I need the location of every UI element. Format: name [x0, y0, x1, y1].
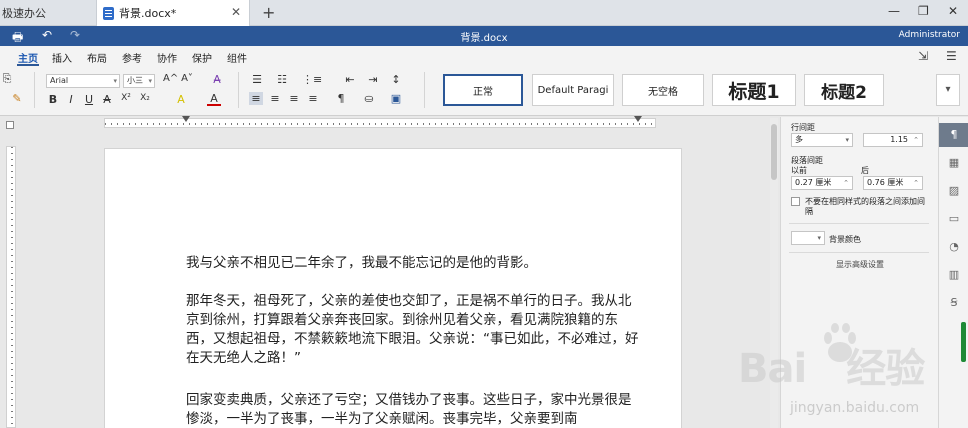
font-size-select[interactable]: 小三 ▾ — [123, 74, 155, 88]
style-heading-2[interactable]: 标题2 — [804, 74, 884, 106]
minimize-icon[interactable]: — — [888, 4, 900, 18]
menu-plugins[interactable]: 组件 — [227, 50, 247, 65]
strikethrough-button[interactable]: A — [100, 93, 114, 106]
document-icon — [103, 6, 114, 20]
table-settings-icon[interactable]: ▦ — [939, 151, 968, 175]
spacing-after-label: 后 — [861, 166, 869, 175]
highlight-color-icon[interactable]: A — [174, 93, 188, 106]
separator — [34, 72, 35, 108]
menu-protect[interactable]: 保护 — [192, 50, 212, 65]
superscript-button[interactable]: X² — [119, 93, 133, 103]
tab-label: 极速办公 — [2, 7, 46, 20]
paragraph-2[interactable]: 那年冬天，祖母死了，父亲的差使也交卸了，正是祸不单行的日子。我从北京到徐州，打算… — [186, 292, 642, 368]
align-justify-icon[interactable]: ≡ — [306, 92, 320, 105]
title-bar: 🖶 ↶ ↷ 背景.docx Administrator — [0, 26, 968, 46]
shading-icon[interactable]: ⛀ — [362, 92, 376, 105]
paragraph-settings-icon[interactable]: ¶ — [939, 123, 968, 147]
line-spacing-value-input[interactable]: 1.15 ⌃ — [863, 133, 923, 147]
underline-button[interactable]: U — [82, 93, 96, 106]
toolbar: ⎘ ✎ Arial ▾ 小三 ▾ A^ A˅ A̶ B I U A X² X₂ A … — [0, 66, 968, 116]
watermark-url: jingyan.baidu.com — [790, 400, 920, 416]
header-footer-icon[interactable]: ▭ — [939, 207, 968, 231]
styles-more-button[interactable]: ▾ — [936, 74, 960, 106]
chart-settings-icon[interactable]: ▥ — [939, 263, 968, 287]
vertical-ruler[interactable] — [6, 146, 16, 428]
divider — [789, 223, 929, 224]
tab-bar: 极速办公 背景.docx* ✕ + — ❐ ✕ — [0, 0, 968, 26]
grow-font-icon[interactable]: A^ — [163, 73, 178, 84]
spacing-before-label: 以前 — [791, 166, 807, 175]
spacing-after-input[interactable]: 0.76 厘米 ⌃ — [863, 176, 923, 190]
scrollbar-thumb[interactable] — [771, 124, 777, 180]
background-color-picker[interactable]: ▾ — [791, 231, 825, 245]
baidu-paw-logo — [824, 323, 856, 362]
document-page[interactable] — [104, 148, 682, 428]
tab-document[interactable]: 背景.docx* ✕ — [96, 0, 250, 26]
bold-button[interactable]: B — [46, 93, 60, 106]
change-case-icon[interactable]: A̶ — [210, 73, 224, 86]
align-left-icon[interactable]: ≡ — [249, 92, 263, 105]
menu-bar: 主页 插入 布局 参考 协作 保护 组件 ⇲ ☰ — [0, 46, 968, 66]
hamburger-menu-icon[interactable]: ☰ — [946, 49, 957, 63]
paragraph-1[interactable]: 我与父亲不相见已二年余了，我最不能忘记的是他的背影。 — [186, 254, 642, 273]
numbered-list-icon[interactable]: ☷ — [275, 73, 289, 86]
bullet-list-icon[interactable]: ☰ — [250, 73, 264, 86]
style-normal[interactable]: 正常 — [443, 74, 523, 106]
indent-marker-right[interactable] — [634, 116, 642, 122]
font-name-select[interactable]: Arial ▾ — [46, 74, 120, 88]
new-tab-button[interactable]: + — [262, 3, 275, 22]
tab-close-icon[interactable]: ✕ — [231, 5, 241, 19]
line-spacing-label: 行间距 — [791, 123, 815, 132]
restore-icon[interactable]: ❐ — [918, 4, 929, 18]
text-art-icon[interactable]: Ꞩ — [939, 291, 968, 315]
window-close-icon[interactable]: ✕ — [948, 4, 958, 18]
indent-marker-left[interactable] — [182, 116, 190, 122]
shrink-font-icon[interactable]: A˅ — [180, 73, 194, 84]
tab-stop-selector[interactable] — [6, 121, 14, 129]
paragraph-3[interactable]: 回家变卖典质，父亲还了亏空；又借钱办了丧事。这些日子，家中光景很是惨淡，一半为了… — [186, 391, 642, 428]
no-space-between-label: 不要在相同样式的段落之间添加间隔 — [805, 197, 925, 216]
spacing-before-input[interactable]: 0.27 厘米 ⌃ — [791, 176, 853, 190]
multilevel-list-icon[interactable]: ⋮≡ — [302, 73, 322, 86]
align-right-icon[interactable]: ≡ — [287, 92, 301, 105]
style-heading-1[interactable]: 标题1 — [712, 74, 796, 106]
open-location-icon[interactable]: ⇲ — [918, 49, 928, 63]
line-spacing-icon[interactable]: ↕ — [389, 73, 403, 86]
menu-layout[interactable]: 布局 — [87, 50, 107, 65]
shape-settings-icon[interactable]: ◔ — [939, 235, 968, 259]
background-color-label: 背景颜色 — [829, 235, 861, 244]
style-no-spacing[interactable]: 无空格 — [622, 74, 704, 106]
subscript-button[interactable]: X₂ — [138, 93, 152, 103]
menu-references[interactable]: 参考 — [122, 50, 142, 65]
separator — [424, 72, 425, 108]
decrease-indent-icon[interactable]: ⇤ — [343, 73, 357, 86]
line-spacing-mode-select[interactable]: 多 ▾ — [791, 133, 853, 147]
divider — [789, 252, 929, 253]
right-sidebar: ¶ ▦ ▨ ▭ ◔ ▥ Ꞩ — [938, 117, 968, 428]
copy-icon[interactable]: ⎘ — [0, 72, 14, 86]
separator — [238, 72, 239, 108]
no-space-between-checkbox[interactable] — [791, 197, 800, 206]
show-advanced-settings-link[interactable]: 显示高级设置 — [781, 259, 939, 270]
image-settings-icon[interactable]: ▨ — [939, 179, 968, 203]
font-color-icon[interactable]: A — [207, 93, 221, 106]
paragraph-mark-icon[interactable]: ¶ — [334, 92, 348, 105]
menu-home[interactable]: 主页 — [18, 50, 38, 65]
style-default-paragraph[interactable]: Default Paragi — [532, 74, 614, 106]
sidebar-scroll-indicator[interactable] — [961, 322, 966, 362]
borders-icon[interactable]: ▣ — [389, 92, 403, 105]
menu-insert[interactable]: 插入 — [52, 50, 72, 65]
menu-collaborate[interactable]: 协作 — [157, 50, 177, 65]
tab-app-home[interactable]: 极速办公 — [0, 0, 92, 26]
increase-indent-icon[interactable]: ⇥ — [366, 73, 380, 86]
align-center-icon[interactable]: ≡ — [268, 92, 282, 105]
document-title: 背景.docx — [460, 33, 508, 44]
tab-label: 背景.docx* — [119, 7, 177, 20]
format-painter-icon[interactable]: ✎ — [10, 92, 24, 105]
italic-button[interactable]: I — [64, 93, 78, 106]
user-name[interactable]: Administrator — [899, 30, 960, 40]
